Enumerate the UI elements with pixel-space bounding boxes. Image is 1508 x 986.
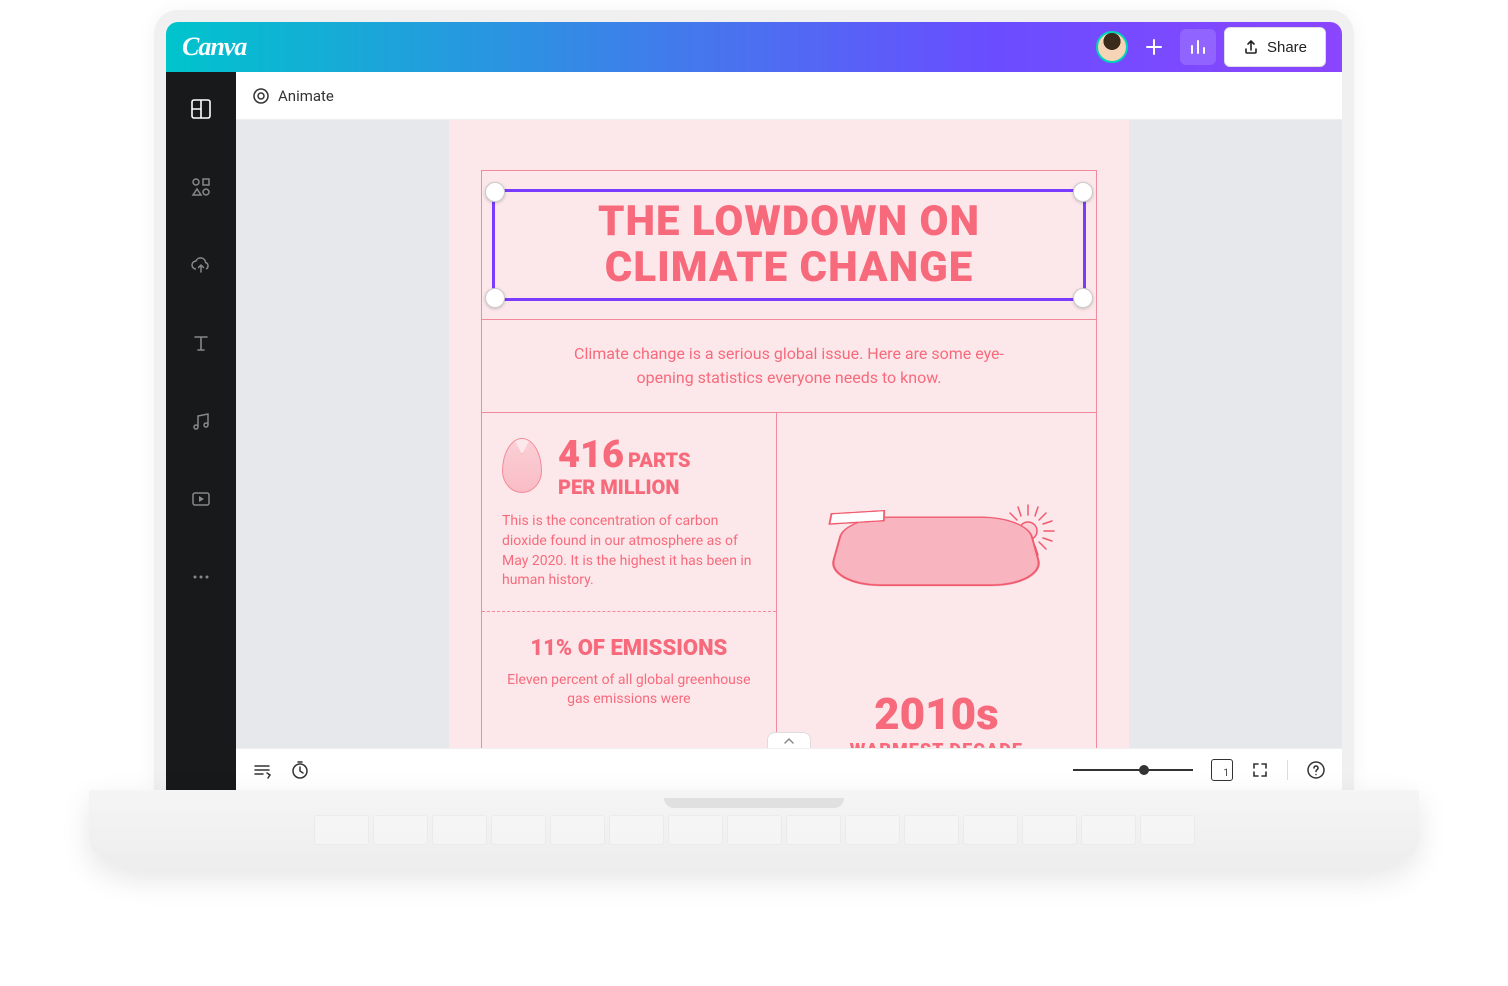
zoom-slider[interactable]	[1073, 769, 1193, 771]
chevron-up-icon	[783, 737, 795, 745]
share-button[interactable]: Share	[1224, 27, 1326, 67]
music-icon	[190, 410, 212, 432]
insights-button[interactable]	[1180, 29, 1216, 65]
drop-icon	[502, 438, 542, 493]
bar-chart-icon	[1188, 37, 1208, 57]
sidebar-templates[interactable]	[176, 84, 226, 134]
sidebar	[166, 72, 236, 790]
elements-icon	[190, 176, 212, 198]
animate-icon	[252, 87, 270, 105]
fullscreen-icon	[1251, 761, 1269, 779]
context-toolbar: Animate	[236, 72, 1342, 120]
stat-co2[interactable]: 416 PARTS PER MILLION This is the concen…	[482, 413, 776, 610]
avatar[interactable]	[1096, 31, 1128, 63]
animate-button[interactable]: Animate	[252, 87, 334, 105]
upload-icon	[1243, 39, 1259, 55]
poster-subtitle[interactable]: Climate change is a serious global issue…	[482, 319, 1096, 412]
stat-number: 416	[558, 433, 624, 477]
help-button[interactable]	[1306, 760, 1326, 780]
cloud-upload-icon	[190, 254, 212, 276]
resize-handle-br[interactable]	[1073, 288, 1093, 308]
stat-unit2: PER MILLION	[558, 477, 691, 498]
stat-decade[interactable]: 2010s WARMEST DECADE The average global …	[777, 413, 1096, 748]
emissions-title: 11% OF EMISSIONS	[502, 636, 756, 661]
page-count: 1	[1223, 768, 1229, 779]
stat-emissions[interactable]: 11% OF EMISSIONS Eleven percent of all g…	[482, 611, 776, 734]
sidebar-more[interactable]	[176, 552, 226, 602]
bottombar: 1	[236, 748, 1342, 790]
topbar: Canva Share	[166, 22, 1342, 72]
sidebar-audio[interactable]	[176, 396, 226, 446]
templates-icon	[190, 98, 212, 120]
add-button[interactable]	[1136, 29, 1172, 65]
sidebar-elements[interactable]	[176, 162, 226, 212]
video-icon	[190, 488, 212, 510]
animate-label: Animate	[278, 87, 334, 105]
stat-desc: This is the concentration of carbon diox…	[502, 512, 756, 590]
notes-icon	[252, 760, 272, 780]
more-icon	[190, 566, 212, 588]
plus-icon	[1144, 37, 1164, 57]
resize-handle-bl[interactable]	[485, 288, 505, 308]
design-page[interactable]: THE LOWDOWN ON CLIMATE CHANGE Climate ch…	[449, 120, 1129, 748]
decade-year: 2010s	[797, 688, 1076, 740]
zoom-thumb[interactable]	[1139, 765, 1149, 775]
notes-button[interactable]	[252, 760, 272, 780]
fullscreen-button[interactable]	[1251, 761, 1269, 779]
emissions-desc: Eleven percent of all global greenhouse …	[502, 671, 756, 710]
selection-box	[492, 189, 1086, 301]
sidebar-videos[interactable]	[176, 474, 226, 524]
help-icon	[1306, 760, 1326, 780]
sidebar-uploads[interactable]	[176, 240, 226, 290]
timer-icon	[290, 760, 310, 780]
stat-unit1: PARTS	[628, 448, 690, 472]
text-icon	[190, 332, 212, 354]
canva-logo[interactable]: Canva	[182, 32, 246, 62]
share-label: Share	[1267, 39, 1307, 56]
sidebar-text[interactable]	[176, 318, 226, 368]
page-navigator-toggle[interactable]	[767, 732, 811, 748]
page-count-button[interactable]: 1	[1211, 759, 1233, 781]
timer-button[interactable]	[290, 760, 310, 780]
canvas-area[interactable]: THE LOWDOWN ON CLIMATE CHANGE Climate ch…	[236, 120, 1342, 748]
pool-icon	[826, 517, 1047, 587]
divider	[1287, 760, 1288, 780]
decade-sub: WARMEST DECADE	[797, 740, 1076, 748]
